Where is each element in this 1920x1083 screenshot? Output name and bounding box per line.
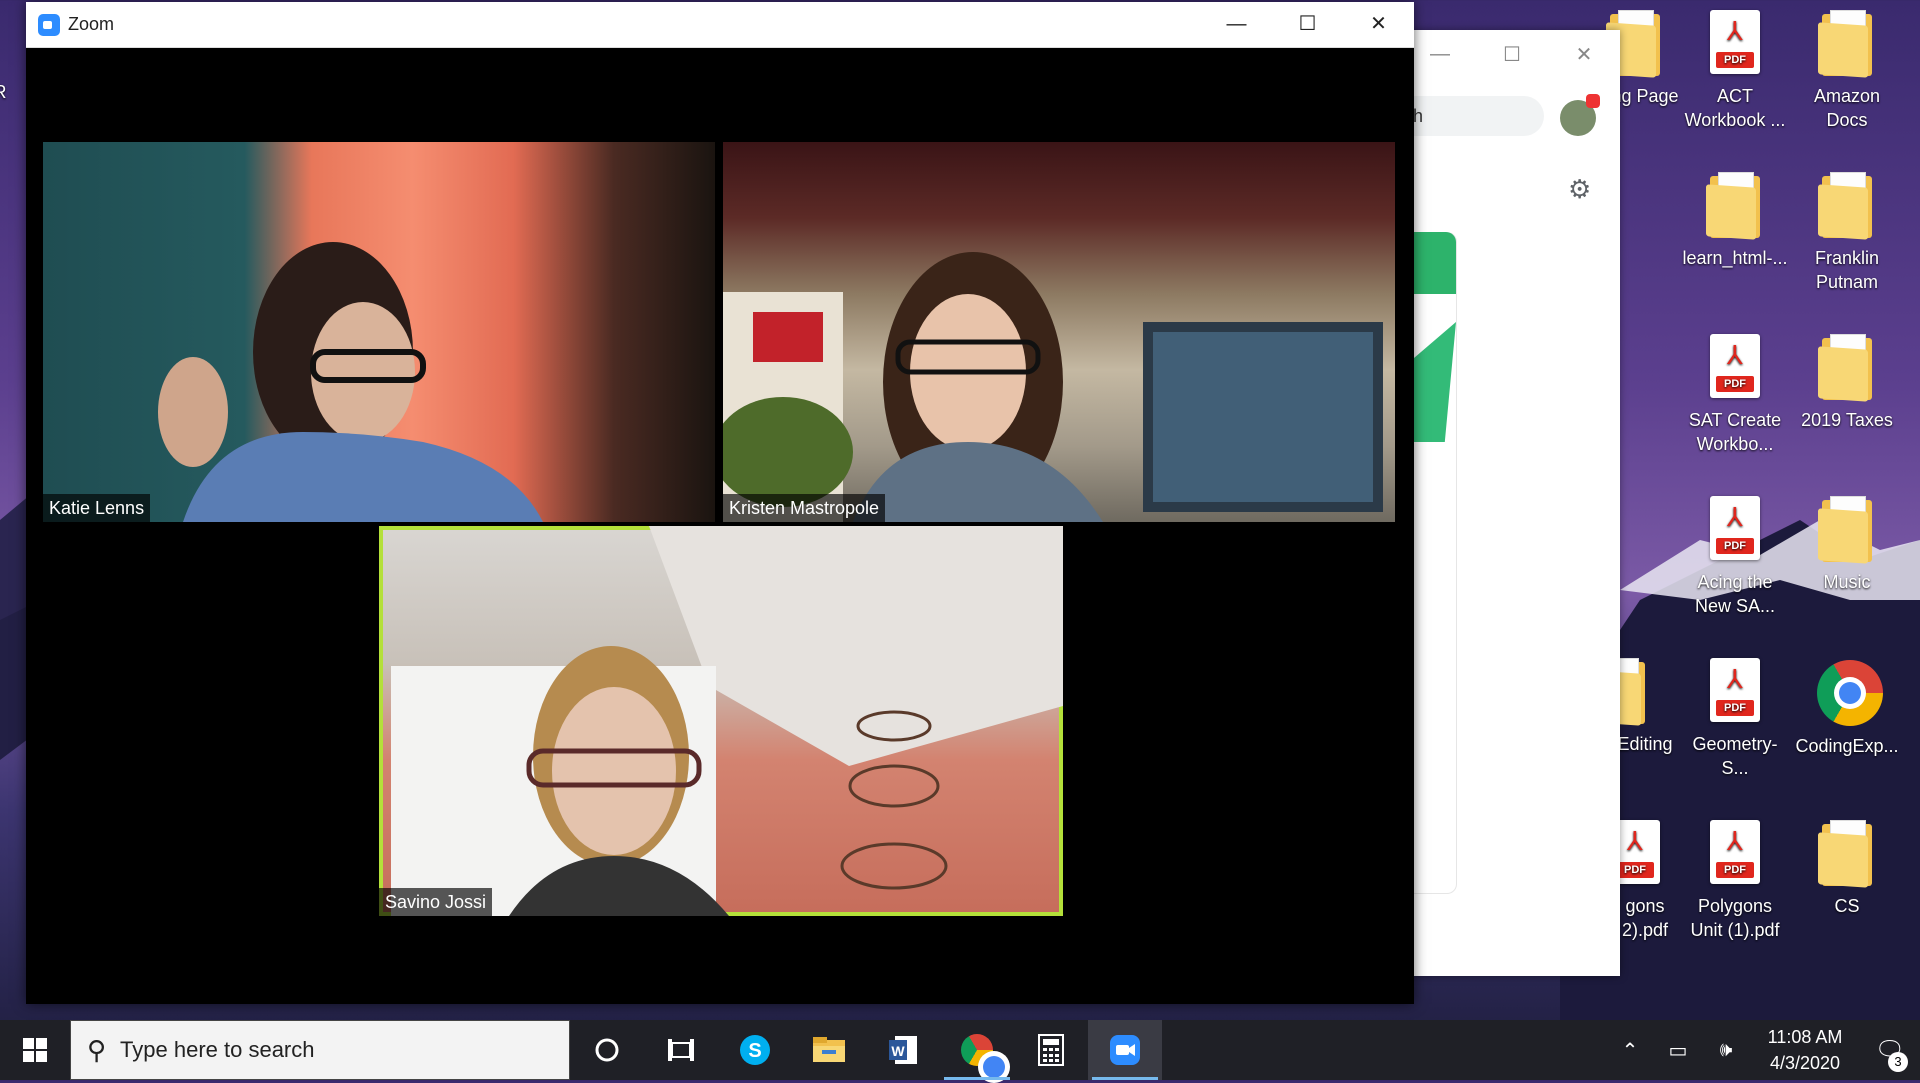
minimize-button[interactable]: — (1201, 2, 1272, 47)
browser-window[interactable]: — ☐ ✕ ch ⚙ (1400, 30, 1620, 976)
desktop-icon-label: Acing the New SA... (1694, 572, 1776, 616)
svg-text:S: S (748, 1040, 761, 1062)
svg-text:W: W (891, 1043, 905, 1059)
calculator-icon (1038, 1034, 1064, 1066)
desktop-icon-cs[interactable]: CS (1792, 820, 1902, 918)
desktop-icon-amazon-docs[interactable]: Amazon Docs (1792, 10, 1902, 132)
desktop-icon-label: CodingExp... (1795, 736, 1899, 756)
video-tile-savino-jossi[interactable]: Savino Jossi (379, 526, 1063, 916)
participant-video (723, 252, 1383, 522)
acrobat-icon: ⅄ (1727, 502, 1743, 532)
desktop-icon-music[interactable]: Music (1792, 496, 1902, 594)
task-view-button[interactable] (644, 1020, 718, 1080)
desktop-icon-label: Polygons Unit (1).pdf (1690, 896, 1780, 940)
chevron-up-icon[interactable]: ⌃ (1606, 1038, 1654, 1063)
desktop-icon-label: SAT Create Workbo... (1688, 410, 1782, 454)
volume-icon[interactable]: 🕪 (1702, 1039, 1750, 1062)
maximize-icon[interactable]: ☐ (1476, 42, 1548, 67)
clock-time: 11:08 AM (1767, 1027, 1843, 1047)
chrome-icon (961, 1034, 1010, 1083)
desktop-icon-label: CS (1834, 896, 1860, 916)
zoom-window[interactable]: Zoom — ☐ ✕ Katie Lenns Kristen Mastropol… (26, 2, 1414, 1004)
window-title: Zoom (68, 14, 115, 34)
desktop-icon-polygons-unit[interactable]: ⅄ PDF Polygons Unit (1).pdf (1680, 820, 1790, 942)
desktop-icon-sat-create[interactable]: ⅄ PDF SAT Create Workbo... (1680, 334, 1790, 456)
zoom-app-icon (38, 13, 60, 36)
zoom-titlebar[interactable]: Zoom — ☐ ✕ (26, 2, 1414, 48)
desktop-icon-label: gons 2).pdf (1621, 896, 1669, 940)
desktop-icon-label: ng Page (1611, 86, 1679, 106)
word-button[interactable]: W (866, 1020, 940, 1080)
desktop-icon-2019-taxes[interactable]: 2019 Taxes (1792, 334, 1902, 432)
acrobat-icon: ⅄ (1727, 826, 1743, 856)
folder-icon (1817, 334, 1877, 404)
acrobat-icon: ⅄ (1727, 664, 1743, 694)
desktop-icon-geometry[interactable]: ⅄ PDF Geometry-S... (1680, 658, 1790, 780)
calculator-button[interactable] (1014, 1020, 1088, 1080)
skype-icon: S (740, 1035, 770, 1065)
minimize-icon[interactable]: — (1404, 43, 1476, 66)
taskbar: ⚲ Type here to search S W ⌃ ▭ 🕪 11:08 AM… (0, 1020, 1920, 1083)
word-icon: W (889, 1036, 917, 1064)
windows-icon (23, 1038, 47, 1062)
notification-count-badge: 3 (1888, 1051, 1908, 1072)
video-tile-katie-lenns[interactable]: Katie Lenns (43, 142, 715, 522)
search-icon: ⚲ (87, 1034, 107, 1065)
chrome-icon (1817, 660, 1883, 726)
participant-video (391, 526, 1063, 916)
desktop-icon-label: ACT Workbook ... (1684, 86, 1786, 130)
desktop-icon-label: Geometry-S... (1692, 734, 1778, 778)
desktop-icon-label: learn_html-... (1682, 248, 1788, 268)
folder-icon (813, 1037, 845, 1062)
desktop-icon-label: Franklin Putnam (1814, 248, 1880, 292)
close-icon[interactable]: ✕ (1548, 42, 1620, 67)
browser-titlebar: — ☐ ✕ (1400, 30, 1620, 78)
acrobat-icon: ⅄ (1727, 340, 1743, 370)
folder-icon (1817, 496, 1877, 566)
action-center-button[interactable]: 🗨 3 (1860, 1036, 1920, 1072)
participant-name-label: Kristen Mastropole (723, 494, 886, 522)
start-button[interactable] (0, 1020, 70, 1080)
skype-button[interactable]: S (718, 1020, 792, 1080)
battery-icon[interactable]: ▭ (1654, 1038, 1702, 1063)
clock[interactable]: 11:08 AM 4/3/2020 (1750, 1024, 1860, 1076)
system-tray: ⌃ ▭ 🕪 11:08 AM 4/3/2020 🗨 3 (1606, 1024, 1920, 1076)
desktop-icon-coding-exp[interactable]: CodingExp... (1792, 658, 1902, 758)
close-button[interactable]: ✕ (1343, 2, 1414, 47)
task-view-icon (668, 1039, 694, 1061)
taskbar-search[interactable]: ⚲ Type here to search (70, 1020, 570, 1080)
participant-video (158, 242, 543, 522)
desktop-icon-partial-left[interactable]: R (0, 80, 20, 104)
chrome-button[interactable] (940, 1020, 1014, 1083)
gear-icon[interactable]: ⚙ (1568, 174, 1591, 205)
zoom-icon (1110, 1035, 1140, 1065)
cortana-icon (595, 1038, 619, 1062)
search-placeholder: Type here to search (120, 1037, 315, 1062)
desktop-icon-learn-html[interactable]: learn_html-... (1680, 172, 1790, 270)
desktop-icon-franklin-putnam[interactable]: Franklin Putnam (1792, 172, 1902, 294)
folder-icon (1817, 10, 1877, 80)
browser-search-field[interactable]: ch (1400, 96, 1544, 136)
desktop-icon-act-workbook[interactable]: ⅄ PDF ACT Workbook ... (1680, 10, 1790, 132)
participant-name-label: Katie Lenns (43, 494, 151, 522)
cortana-button[interactable] (570, 1020, 644, 1080)
desktop-icon-label: Music (1823, 572, 1871, 592)
desktop-icon-label: Amazon Docs (1813, 86, 1881, 130)
desktop-icon-acing-new-sat[interactable]: ⅄ PDF Acing the New SA... (1680, 496, 1790, 618)
file-explorer-button[interactable] (792, 1020, 866, 1080)
maximize-button[interactable]: ☐ (1272, 2, 1343, 47)
desktop-icon-label: 2019 Taxes (1801, 410, 1893, 430)
acrobat-icon: ⅄ (1727, 16, 1743, 46)
clock-date: 4/3/2020 (1769, 1053, 1841, 1073)
folder-icon (1705, 172, 1765, 242)
participant-name-label: Savino Jossi (379, 888, 493, 916)
folder-icon (1817, 820, 1877, 890)
folder-icon (1817, 172, 1877, 242)
video-tile-kristen-mastropole[interactable]: Kristen Mastropole (723, 142, 1395, 522)
zoom-button[interactable] (1088, 1020, 1162, 1080)
notification-dot (1586, 94, 1600, 108)
